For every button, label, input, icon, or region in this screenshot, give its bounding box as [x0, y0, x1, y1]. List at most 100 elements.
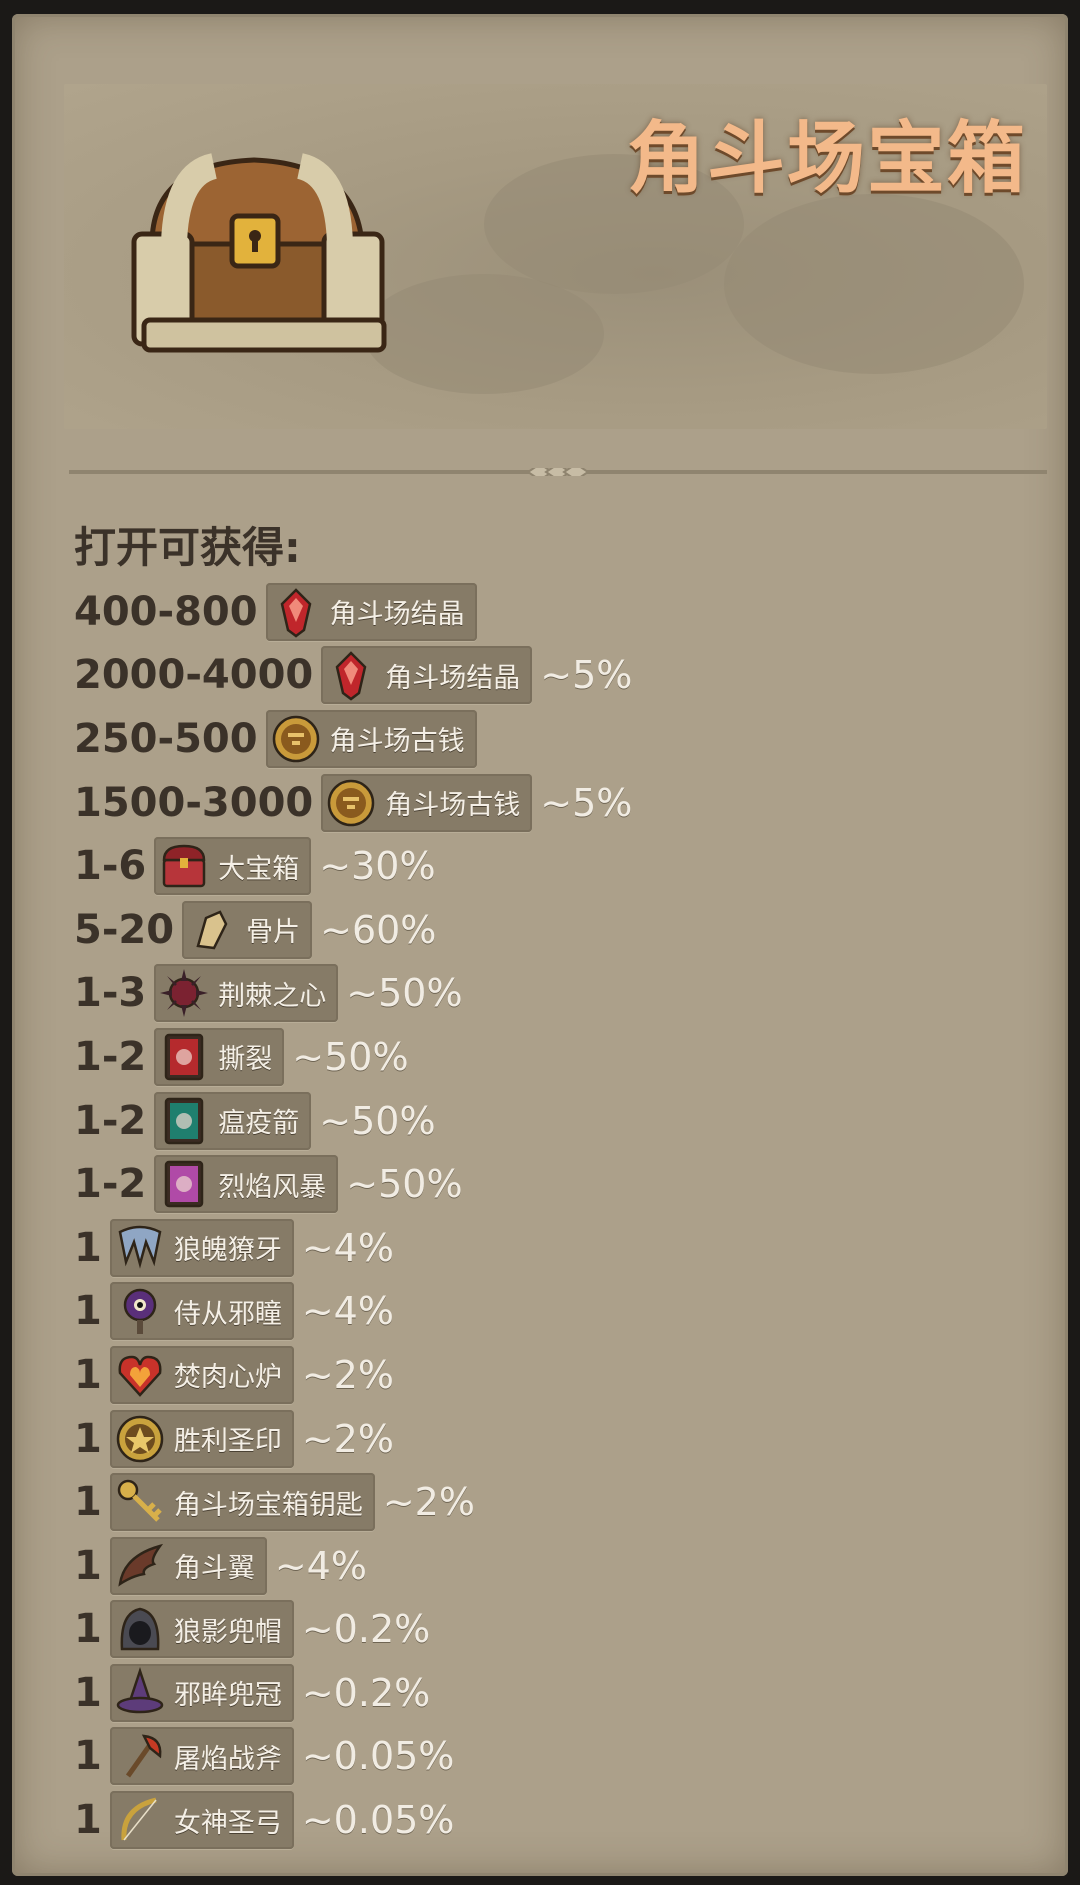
- reward-item-name: 大宝箱: [218, 853, 300, 885]
- reward-quantity: 1-6: [74, 843, 147, 890]
- crystal-icon: [270, 586, 322, 638]
- card-icon: [158, 1158, 210, 1210]
- drop-chance: ~0.2%: [301, 1607, 431, 1652]
- reward-item-name: 狼影兜帽: [173, 1616, 282, 1648]
- reward-item-name: 角斗场宝箱钥匙: [173, 1489, 363, 1521]
- drop-chance: ~50%: [319, 1098, 436, 1143]
- reward-row: 250-500 角斗场古钱: [74, 707, 1054, 771]
- reward-item-tag[interactable]: 荆棘之心: [154, 964, 339, 1023]
- hood-icon: [114, 1603, 166, 1655]
- drop-chance: ~4%: [301, 1289, 394, 1334]
- reward-row: 1 胜利圣印 ~2%: [74, 1407, 1054, 1471]
- reward-row: 1 狼影兜帽 ~0.2%: [74, 1598, 1054, 1662]
- reward-row: 1 角斗翼 ~4%: [74, 1534, 1054, 1598]
- reward-row: 1 焚肉心炉 ~2%: [74, 1343, 1054, 1407]
- reward-item-tag[interactable]: 角斗场古钱: [265, 709, 477, 768]
- reward-item-name: 侍从邪瞳: [173, 1298, 282, 1330]
- reward-row: 1-2 撕裂 ~50%: [74, 1025, 1054, 1089]
- drop-chance: ~5%: [540, 780, 633, 825]
- reward-item-name: 角斗场结晶: [329, 599, 465, 631]
- crystal-icon: [325, 649, 377, 701]
- reward-item-tag[interactable]: 女神圣弓: [109, 1791, 294, 1850]
- wing-icon: [114, 1540, 166, 1592]
- reward-item-tag[interactable]: 侍从邪瞳: [109, 1282, 294, 1341]
- reward-item-name: 角斗场古钱: [385, 790, 521, 822]
- axe-icon: [114, 1730, 166, 1782]
- drop-chance: ~4%: [274, 1543, 367, 1588]
- reward-item-name: 撕裂: [218, 1044, 273, 1076]
- reward-row: 1 侍从邪瞳 ~4%: [74, 1280, 1054, 1344]
- reward-quantity: 400-800: [74, 588, 258, 635]
- drop-chance: ~2%: [301, 1352, 394, 1397]
- reward-quantity: 5-20: [74, 906, 175, 953]
- reward-item-tag[interactable]: 撕裂: [154, 1027, 285, 1086]
- reward-quantity: 1: [74, 1733, 102, 1780]
- reward-quantity: 1: [74, 1351, 102, 1398]
- reward-item-name: 狼魄獠牙: [173, 1235, 282, 1267]
- reward-item-name: 邪眸兜冠: [173, 1680, 282, 1712]
- drop-chance: ~50%: [346, 1162, 463, 1207]
- reward-item-tag[interactable]: 狼影兜帽: [109, 1600, 294, 1659]
- reward-row: 1-6 大宝箱 ~30%: [74, 834, 1054, 898]
- reward-quantity: 1500-3000: [74, 779, 314, 826]
- reward-row: 1-3 荆棘之心 ~50%: [74, 962, 1054, 1026]
- reward-panel: 角斗场宝箱 打开可获得: 400-800 角斗场结晶 2000-4000 角斗场…: [12, 14, 1068, 1876]
- reward-quantity: 1: [74, 1669, 102, 1716]
- drop-chance: ~2%: [382, 1480, 475, 1525]
- reward-item-name: 烈焰风暴: [218, 1171, 327, 1203]
- drop-chance: ~60%: [320, 907, 437, 952]
- reward-item-tag[interactable]: 角斗场结晶: [265, 582, 477, 641]
- reward-row: 1 女神圣弓 ~0.05%: [74, 1788, 1054, 1852]
- reward-item-name: 角斗翼: [173, 1553, 255, 1585]
- reward-quantity: 1-2: [74, 1033, 147, 1080]
- reward-item-tag[interactable]: 骨片: [182, 900, 313, 959]
- reward-item-name: 瘟疫箭: [218, 1108, 300, 1140]
- reward-row: 1-2 瘟疫箭 ~50%: [74, 1089, 1054, 1153]
- reward-item-name: 女神圣弓: [173, 1807, 282, 1839]
- reward-row: 1 狼魄獠牙 ~4%: [74, 1216, 1054, 1280]
- card-icon: [158, 1031, 210, 1083]
- reward-item-name: 胜利圣印: [173, 1426, 282, 1458]
- reward-row: 400-800 角斗场结晶: [74, 580, 1054, 644]
- reward-item-tag[interactable]: 角斗场结晶: [321, 646, 533, 705]
- reward-quantity: 1: [74, 1542, 102, 1589]
- reward-item-tag[interactable]: 焚肉心炉: [109, 1345, 294, 1404]
- reward-quantity: 1: [74, 1415, 102, 1462]
- reward-item-tag[interactable]: 瘟疫箭: [154, 1091, 312, 1150]
- key-icon: [114, 1476, 166, 1528]
- eye-icon: [114, 1285, 166, 1337]
- reward-quantity: 2000-4000: [74, 652, 314, 699]
- coin-icon: [270, 713, 322, 765]
- reward-quantity: 1-3: [74, 970, 147, 1017]
- card-icon: [158, 1095, 210, 1147]
- reward-item-name: 焚肉心炉: [173, 1362, 282, 1394]
- drop-chance: ~0.2%: [301, 1670, 431, 1715]
- reward-item-tag[interactable]: 狼魄獠牙: [109, 1218, 294, 1277]
- reward-quantity: 1: [74, 1288, 102, 1335]
- reward-item-tag[interactable]: 角斗场宝箱钥匙: [109, 1473, 375, 1532]
- reward-item-tag[interactable]: 胜利圣印: [109, 1409, 294, 1468]
- reward-row: 1 邪眸兜冠 ~0.2%: [74, 1661, 1054, 1725]
- drop-chance: ~5%: [540, 653, 633, 698]
- reward-quantity: 1-2: [74, 1161, 147, 1208]
- reward-quantity: 250-500: [74, 715, 258, 762]
- chest-icon: [158, 840, 210, 892]
- reward-item-name: 屠焰战斧: [173, 1743, 282, 1775]
- reward-item-name: 角斗场结晶: [385, 662, 521, 694]
- reward-quantity: 1: [74, 1606, 102, 1653]
- drop-chance: ~0.05%: [301, 1798, 455, 1843]
- reward-item-name: 角斗场古钱: [329, 726, 465, 758]
- reward-item-tag[interactable]: 烈焰风暴: [154, 1155, 339, 1214]
- reward-item-tag[interactable]: 角斗翼: [109, 1536, 267, 1595]
- reward-item-tag[interactable]: 大宝箱: [154, 837, 312, 896]
- rewards-heading: 打开可获得:: [74, 523, 301, 572]
- reward-row: 1 屠焰战斧 ~0.05%: [74, 1725, 1054, 1789]
- heart-icon: [114, 1349, 166, 1401]
- reward-item-tag[interactable]: 邪眸兜冠: [109, 1663, 294, 1722]
- reward-quantity: 1: [74, 1479, 102, 1526]
- reward-row: 1 角斗场宝箱钥匙 ~2%: [74, 1470, 1054, 1534]
- page-title: 角斗场宝箱: [626, 114, 1027, 204]
- reward-item-tag[interactable]: 屠焰战斧: [109, 1727, 294, 1786]
- reward-row: 2000-4000 角斗场结晶 ~5%: [74, 644, 1054, 708]
- reward-item-tag[interactable]: 角斗场古钱: [321, 773, 533, 832]
